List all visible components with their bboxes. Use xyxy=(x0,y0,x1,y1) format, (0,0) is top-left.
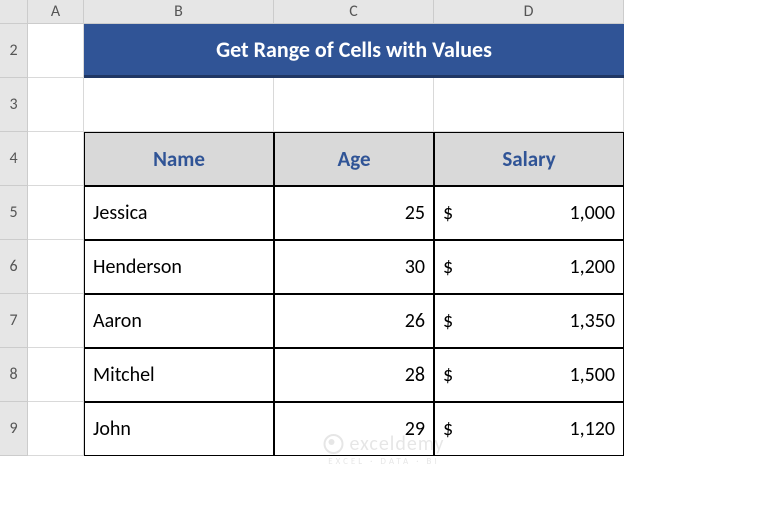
currency-symbol: $ xyxy=(443,363,453,387)
cell-age-1[interactable]: 30 xyxy=(274,240,434,294)
header-salary[interactable]: Salary xyxy=(434,132,624,186)
currency-symbol: $ xyxy=(443,417,453,441)
cell-age-2[interactable]: 26 xyxy=(274,294,434,348)
cell-salary-2[interactable]: $ 1,350 xyxy=(434,294,624,348)
currency-symbol: $ xyxy=(443,309,453,333)
col-header-D[interactable]: D xyxy=(434,0,624,24)
cell-name-3[interactable]: Mitchel xyxy=(84,348,274,402)
column-headers: A B C D xyxy=(0,0,768,24)
cell-B3[interactable] xyxy=(84,78,274,132)
select-all-corner[interactable] xyxy=(0,0,28,24)
row-header-9[interactable]: 9 xyxy=(0,402,28,456)
row-header-2[interactable]: 2 xyxy=(0,24,28,78)
cell-age-4[interactable]: 29 xyxy=(274,402,434,456)
worksheet-grid: 2 Get Range of Cells with Values 3 4 Nam… xyxy=(0,24,768,456)
cell-name-0[interactable]: Jessica xyxy=(84,186,274,240)
cell-A8[interactable] xyxy=(28,348,84,402)
header-age[interactable]: Age xyxy=(274,132,434,186)
col-header-B[interactable]: B xyxy=(84,0,274,24)
salary-value-0: 1,000 xyxy=(569,201,615,225)
currency-symbol: $ xyxy=(443,201,453,225)
row-header-7[interactable]: 7 xyxy=(0,294,28,348)
cell-A5[interactable] xyxy=(28,186,84,240)
row-header-4[interactable]: 4 xyxy=(0,132,28,186)
header-name[interactable]: Name xyxy=(84,132,274,186)
cell-age-3[interactable]: 28 xyxy=(274,348,434,402)
cell-salary-0[interactable]: $ 1,000 xyxy=(434,186,624,240)
cell-A9[interactable] xyxy=(28,402,84,456)
salary-value-3: 1,500 xyxy=(569,363,615,387)
currency-symbol: $ xyxy=(443,255,453,279)
cell-A4[interactable] xyxy=(28,132,84,186)
col-header-A[interactable]: A xyxy=(28,0,84,24)
cell-age-0[interactable]: 25 xyxy=(274,186,434,240)
salary-value-1: 1,200 xyxy=(569,255,615,279)
title-text: Get Range of Cells with Values xyxy=(216,36,492,63)
title-banner[interactable]: Get Range of Cells with Values xyxy=(84,24,624,78)
salary-value-2: 1,350 xyxy=(569,309,615,333)
row-header-3[interactable]: 3 xyxy=(0,78,28,132)
cell-name-2[interactable]: Aaron xyxy=(84,294,274,348)
cell-A6[interactable] xyxy=(28,240,84,294)
cell-salary-4[interactable]: $ 1,120 xyxy=(434,402,624,456)
row-header-6[interactable]: 6 xyxy=(0,240,28,294)
watermark-tagline: EXCEL · DATA · BI xyxy=(324,456,445,467)
cell-A7[interactable] xyxy=(28,294,84,348)
col-header-C[interactable]: C xyxy=(274,0,434,24)
row-header-5[interactable]: 5 xyxy=(0,186,28,240)
cell-C3[interactable] xyxy=(274,78,434,132)
cell-salary-1[interactable]: $ 1,200 xyxy=(434,240,624,294)
cell-salary-3[interactable]: $ 1,500 xyxy=(434,348,624,402)
cell-name-4[interactable]: John xyxy=(84,402,274,456)
cell-A3[interactable] xyxy=(28,78,84,132)
cell-A2[interactable] xyxy=(28,24,84,78)
cell-D3[interactable] xyxy=(434,78,624,132)
cell-name-1[interactable]: Henderson xyxy=(84,240,274,294)
salary-value-4: 1,120 xyxy=(569,417,615,441)
row-header-8[interactable]: 8 xyxy=(0,348,28,402)
